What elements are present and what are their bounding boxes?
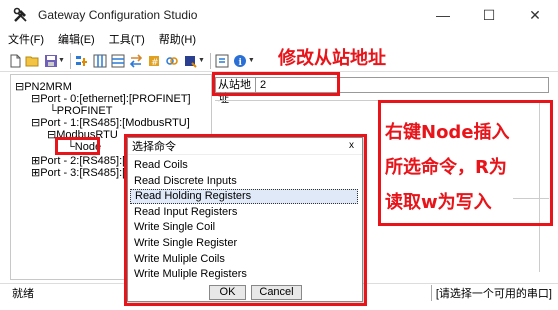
app-tools-icon <box>10 4 32 26</box>
tree-port-2-label: Port - 2:[RS485]:[ <box>40 155 126 167</box>
command-item[interactable]: Read Discrete Inputs <box>130 174 358 189</box>
tree-port-1-label: Port - 1:[RS485]:[ModbusRTU] <box>40 117 190 129</box>
tree-modbusrtu-label: ModbusRTU <box>56 129 118 141</box>
command-item[interactable]: Write Muliple Registers <box>130 267 358 282</box>
window-controls: — ☐ ✕ <box>420 0 558 30</box>
info-icon[interactable]: i <box>232 52 249 69</box>
dropdown-arrow-icon[interactable]: ▼ <box>198 57 205 64</box>
instruction-line-2: 所选命令，R为 <box>385 157 507 178</box>
compile-icon[interactable]: # <box>146 52 163 69</box>
tree-port-3[interactable]: ⊞Port - 3:[RS485]:[ <box>31 167 125 180</box>
tree-port-0-label: Port - 0:[ethernet]:[PROFINET] <box>40 93 191 105</box>
dialog-close-icon[interactable]: x <box>345 140 358 153</box>
save-dropdown-icon[interactable]: ▼ <box>58 57 65 64</box>
close-button[interactable]: ✕ <box>512 0 558 30</box>
transfer-icon[interactable] <box>128 52 145 69</box>
minimize-button[interactable]: — <box>420 0 466 30</box>
menu-tools[interactable]: 工具(T) <box>109 31 145 47</box>
modify-address-annotation: 修改从站地址 <box>278 48 386 69</box>
svg-text:#: # <box>151 58 159 68</box>
toolbar-separator <box>69 52 71 69</box>
tools-icon[interactable] <box>214 52 231 69</box>
command-item[interactable]: Write Single Register <box>130 236 358 251</box>
menu-help[interactable]: 帮助(H) <box>159 31 196 47</box>
select-command-dialog: 选择命令 x Read Coils Read Discrete Inputs Rea… <box>127 137 363 302</box>
info-dropdown-icon[interactable]: ▼ <box>248 57 255 64</box>
command-item[interactable]: Read Input Registers <box>130 205 358 220</box>
save-icon[interactable] <box>42 52 59 69</box>
menu-file[interactable]: 文件(F) <box>8 31 44 47</box>
tree-root-label: PN2MRM <box>24 81 72 93</box>
svg-text:i: i <box>239 58 243 68</box>
grid-icon[interactable] <box>110 52 127 69</box>
cancel-button[interactable]: Cancel <box>251 285 302 300</box>
block-icon[interactable] <box>182 52 199 69</box>
grid-divider <box>513 198 549 199</box>
scrollbar-divider <box>539 100 540 272</box>
window-title: Gateway Configuration Studio <box>38 8 198 22</box>
status-text: 就绪 <box>12 287 34 300</box>
tree-node-label: Node <box>74 141 102 153</box>
ok-button[interactable]: OK <box>209 285 246 300</box>
open-folder-icon[interactable] <box>24 52 41 69</box>
new-file-icon[interactable] <box>6 52 23 69</box>
serial-port-status: [请选择一个可用的串口] <box>430 284 552 301</box>
instruction-line-1: 右键Node插入 <box>385 122 510 143</box>
command-item[interactable]: Write Single Coil <box>130 220 358 235</box>
slave-address-row: 从站地址 2 <box>215 77 549 105</box>
tree-profinet-label: PROFINET <box>56 105 113 117</box>
columns-icon[interactable] <box>92 52 109 69</box>
command-item[interactable]: Read Holding Registers <box>130 189 358 205</box>
command-list: Read Coils Read Discrete Inputs Read Holdi… <box>130 156 358 282</box>
maximize-button[interactable]: ☐ <box>466 0 512 30</box>
tree-node[interactable]: └Node <box>67 141 101 154</box>
slave-address-field[interactable]: 2 <box>256 78 266 92</box>
command-item[interactable]: Read Coils <box>130 158 358 173</box>
add-icon[interactable] <box>74 52 91 69</box>
app-window: Gateway Configuration Studio — ☐ ✕ 文件(F)… <box>0 0 558 310</box>
instruction-line-3: 读取w为写入 <box>385 192 492 213</box>
tree-port-3-label: Port - 3:[RS485]:[ <box>40 167 126 179</box>
title-bar: Gateway Configuration Studio — ☐ ✕ <box>0 0 558 30</box>
dialog-title: 选择命令 <box>128 138 362 155</box>
grid-divider <box>215 100 549 101</box>
slave-address-label: 从站地址 <box>216 78 256 105</box>
command-item[interactable]: Write Muliple Coils <box>130 252 358 267</box>
toolbar-separator <box>209 52 211 69</box>
menu-edit[interactable]: 编辑(E) <box>58 31 95 47</box>
link-icon[interactable] <box>164 52 181 69</box>
